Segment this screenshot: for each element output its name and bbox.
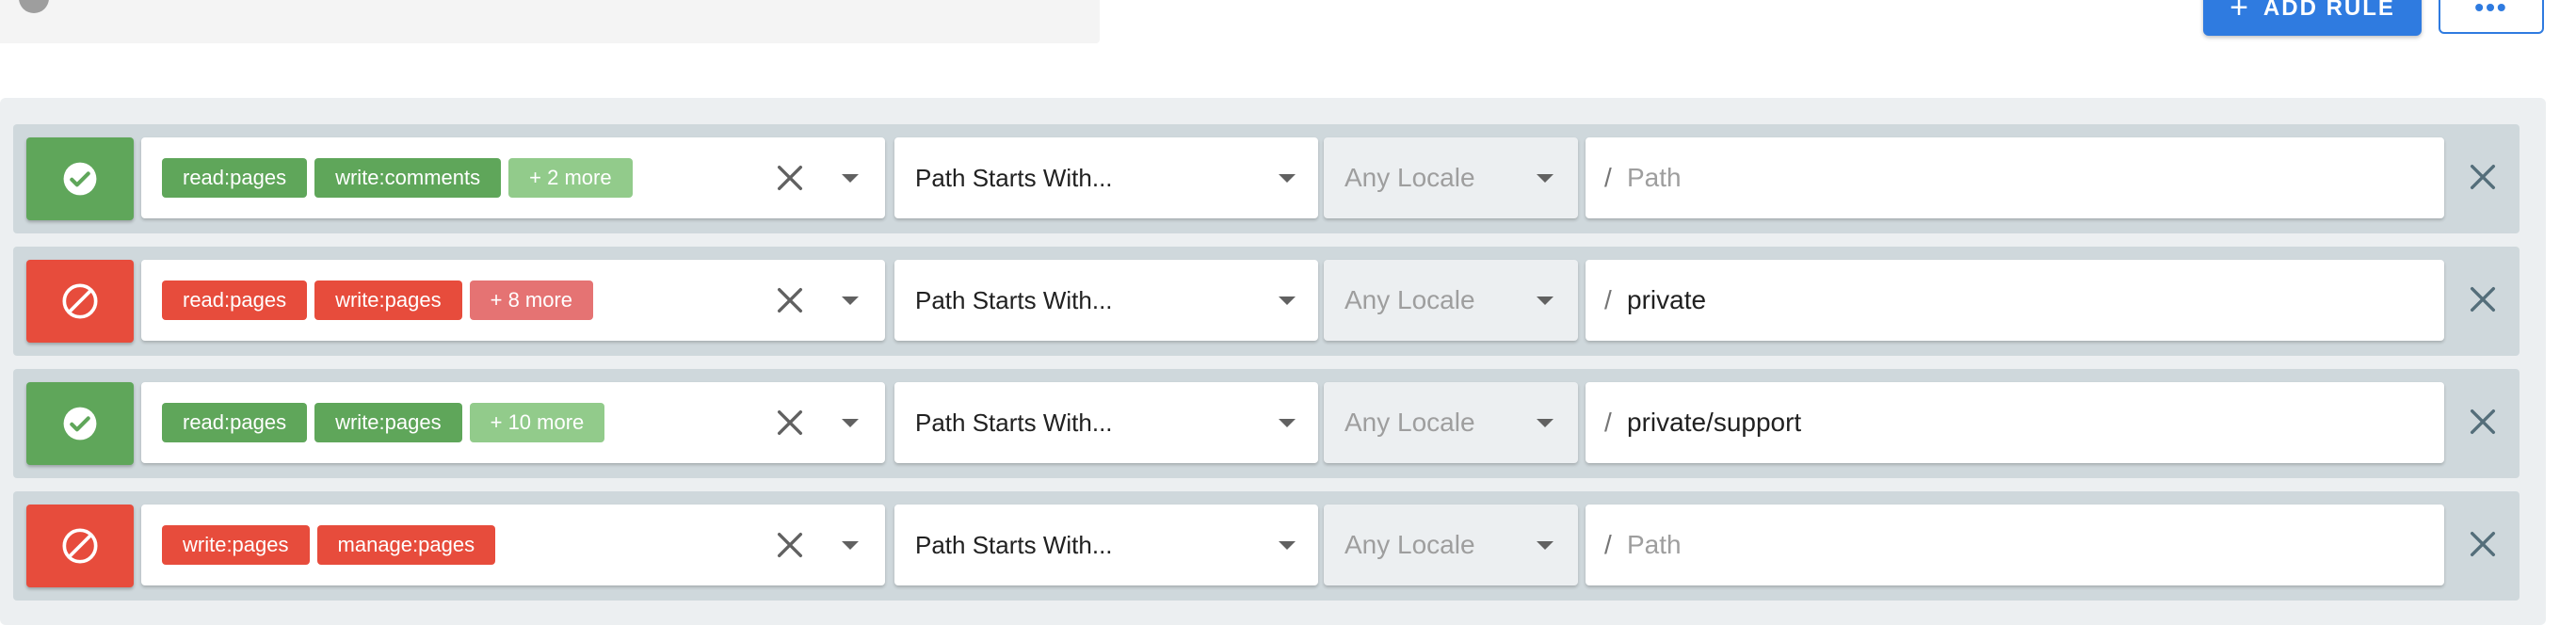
path-placeholder: Path <box>1627 530 1682 559</box>
rules-panel: read:pages write:comments + 2 more Path … <box>0 98 2546 625</box>
permission-chip: write:pages <box>162 525 310 565</box>
more-permissions-chip: + 8 more <box>469 280 594 320</box>
path-prefix: / <box>1604 163 1612 192</box>
path-prefix: / <box>1604 408 1612 437</box>
block-icon <box>62 283 98 319</box>
check-circle-icon <box>63 162 97 196</box>
clear-icon[interactable] <box>774 162 806 194</box>
rule-row: read:pages write:pages + 8 more Path Sta… <box>13 247 2520 356</box>
path-input[interactable]: / Path <box>1586 505 2444 585</box>
locale-select[interactable]: Any Locale <box>1324 260 1578 341</box>
rule-row: read:pages write:pages + 10 more Path St… <box>13 369 2520 478</box>
add-rule-button[interactable]: + ADD RULE <box>2203 0 2422 36</box>
locale-value: Any Locale <box>1344 163 1475 192</box>
plus-icon: + <box>2230 0 2250 25</box>
permissions-select[interactable]: read:pages write:pages + 8 more <box>141 260 885 341</box>
rule-row: read:pages write:comments + 2 more Path … <box>13 124 2520 233</box>
chevron-down-icon <box>1537 296 1554 305</box>
more-permissions-chip: + 2 more <box>508 158 633 198</box>
add-rule-label: ADD RULE <box>2262 0 2395 21</box>
path-prefix: / <box>1604 530 1612 559</box>
match-type-select[interactable]: Path Starts With... <box>894 137 1318 218</box>
chevron-down-icon[interactable] <box>842 419 859 427</box>
delete-rule-icon[interactable] <box>2467 406 2499 438</box>
more-options-button[interactable]: ••• <box>2439 0 2544 34</box>
match-type-select[interactable]: Path Starts With... <box>894 382 1318 463</box>
more-icon: ••• <box>2474 0 2508 22</box>
match-type-value: Path Starts With... <box>915 285 1113 314</box>
permission-chip: write:pages <box>314 403 462 442</box>
deny-toggle-button[interactable] <box>26 505 134 587</box>
permissions-select[interactable]: write:pages manage:pages <box>141 505 885 585</box>
chevron-down-icon <box>1537 174 1554 183</box>
permission-chip: read:pages <box>162 403 308 442</box>
block-icon <box>62 528 98 564</box>
chevron-down-icon[interactable] <box>842 541 859 550</box>
chevron-down-icon <box>1279 296 1296 305</box>
locale-select[interactable]: Any Locale <box>1324 137 1578 218</box>
match-type-select[interactable]: Path Starts With... <box>894 505 1318 585</box>
chevron-down-icon[interactable] <box>842 174 859 183</box>
path-placeholder: Path <box>1627 163 1682 192</box>
delete-rule-icon[interactable] <box>2467 528 2499 560</box>
permission-chip: manage:pages <box>316 525 496 565</box>
more-permissions-chip: + 10 more <box>469 403 605 442</box>
path-prefix: / <box>1604 285 1612 314</box>
chevron-down-icon <box>1537 541 1554 550</box>
chevron-down-icon[interactable] <box>842 296 859 305</box>
match-type-value: Path Starts With... <box>915 530 1113 559</box>
path-value: private <box>1627 285 1707 314</box>
check-circle-icon <box>63 407 97 441</box>
delete-rule-icon[interactable] <box>2467 283 2499 315</box>
locale-select[interactable]: Any Locale <box>1324 382 1578 463</box>
clear-icon[interactable] <box>774 284 806 316</box>
chevron-down-icon <box>1279 419 1296 427</box>
delete-rule-icon[interactable] <box>2467 161 2499 193</box>
permission-chip: write:pages <box>314 280 462 320</box>
chevron-down-icon <box>1279 174 1296 183</box>
match-type-select[interactable]: Path Starts With... <box>894 260 1318 341</box>
path-input[interactable]: / private/support <box>1586 382 2444 463</box>
permissions-select[interactable]: read:pages write:pages + 10 more <box>141 382 885 463</box>
info-icon <box>19 0 49 13</box>
locale-value: Any Locale <box>1344 408 1475 437</box>
permission-chip: read:pages <box>162 158 308 198</box>
match-type-value: Path Starts With... <box>915 163 1113 192</box>
chevron-down-icon <box>1537 419 1554 427</box>
match-type-value: Path Starts With... <box>915 408 1113 437</box>
allow-toggle-button[interactable] <box>26 382 134 465</box>
path-input[interactable]: / private <box>1586 260 2444 341</box>
deny-toggle-button[interactable] <box>26 260 134 343</box>
rule-row: write:pages manage:pages Path Starts Wit… <box>13 491 2520 601</box>
allow-toggle-button[interactable] <box>26 137 134 220</box>
chevron-down-icon <box>1279 541 1296 550</box>
permissions-select[interactable]: read:pages write:comments + 2 more <box>141 137 885 218</box>
path-value: private/support <box>1627 408 1802 437</box>
permission-chip: read:pages <box>162 280 308 320</box>
permission-chip: write:comments <box>314 158 502 198</box>
locale-value: Any Locale <box>1344 285 1475 314</box>
clear-icon[interactable] <box>774 529 806 561</box>
path-input[interactable]: / Path <box>1586 137 2444 218</box>
locale-select[interactable]: Any Locale <box>1324 505 1578 585</box>
locale-value: Any Locale <box>1344 530 1475 559</box>
info-note <box>0 0 1100 43</box>
clear-icon[interactable] <box>774 407 806 439</box>
